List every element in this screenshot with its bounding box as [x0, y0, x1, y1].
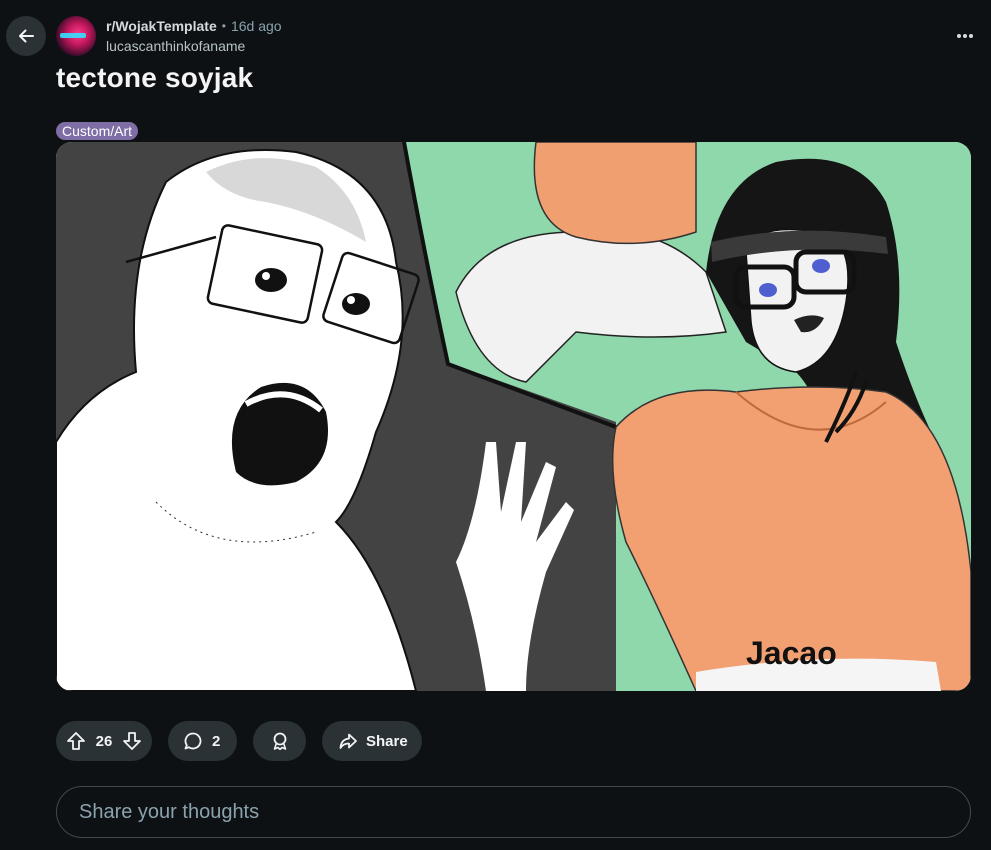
subreddit-link[interactable]: r/WojakTemplate	[106, 17, 217, 35]
soyjak-artwork: Jacao	[56, 142, 971, 691]
upvote-count: 26	[95, 732, 113, 750]
downvote-button[interactable]	[121, 730, 143, 752]
author-username[interactable]: lucascanthinkofaname	[106, 37, 282, 55]
post-flair[interactable]: Custom/Art	[56, 122, 139, 140]
post-image[interactable]: Jacao	[56, 142, 971, 691]
speech-bubble-icon	[182, 730, 204, 752]
share-button[interactable]: Share	[322, 721, 422, 761]
comment-input[interactable]	[77, 799, 950, 825]
arrow-down-icon	[123, 732, 141, 750]
share-arrow-icon	[338, 730, 358, 752]
award-icon	[269, 730, 291, 752]
post-page: r/WojakTemplate • 16d ago lucascanthinko…	[0, 0, 991, 850]
post-timestamp: 16d ago	[230, 18, 282, 34]
share-label: Share	[366, 732, 408, 750]
post-meta: r/WojakTemplate • 16d ago lucascanthinko…	[106, 17, 282, 55]
subreddit-avatar[interactable]	[56, 16, 96, 56]
comment-input-box[interactable]	[56, 786, 971, 838]
comments-button[interactable]: 2	[168, 721, 237, 761]
meta-separator: •	[221, 19, 226, 33]
back-button[interactable]	[6, 16, 46, 56]
arrow-left-icon	[19, 29, 34, 43]
vote-control: 26	[56, 721, 152, 761]
post-actions: 26 2 Share	[56, 721, 422, 761]
ellipsis-icon	[957, 34, 973, 38]
more-options-button[interactable]	[953, 24, 977, 48]
award-button[interactable]	[253, 721, 306, 761]
arrow-up-icon	[67, 732, 85, 750]
upvote-button[interactable]	[65, 730, 87, 752]
comment-count: 2	[212, 732, 221, 750]
avatar-visor	[60, 33, 86, 38]
image-caption-text: Jacao	[746, 635, 837, 671]
post-title: tectone soyjak	[56, 62, 254, 93]
